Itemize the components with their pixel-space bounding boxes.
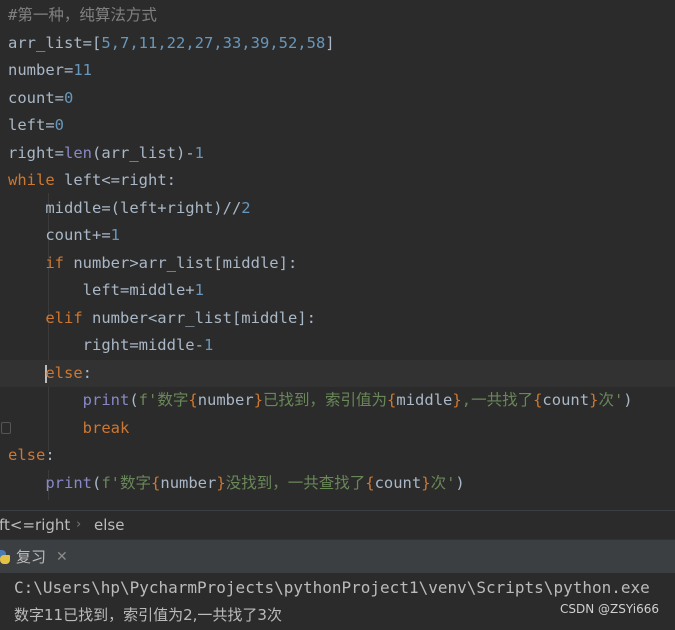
code-line[interactable]: break: [8, 415, 130, 442]
code-line[interactable]: else:: [8, 442, 55, 469]
code-line[interactable]: arr_list=[5,7,11,22,27,33,39,52,58]: [8, 30, 335, 57]
code-line[interactable]: middle=(left+right)//2: [8, 195, 251, 222]
code-editor[interactable]: #第一种，纯算法方式 arr_list=[5,7,11,22,27,33,39,…: [0, 0, 675, 510]
code-number: 1: [110, 226, 120, 244]
code-text: left<=right:: [54, 171, 176, 189]
code-comment: #第一种，纯算法方式: [8, 6, 157, 24]
breadcrumb-item[interactable]: else: [94, 511, 124, 539]
breadcrumb: ft<=right › else: [0, 510, 675, 539]
code-keyword: else: [8, 446, 46, 464]
code-line[interactable]: print(f'数字{number}没找到，一共查找了{count}次'): [8, 470, 464, 497]
run-tab[interactable]: 复习 ✕: [0, 540, 68, 573]
chevron-right-icon: ›: [76, 517, 82, 532]
console-line: 数字11已找到，索引值为2,一共找了3次: [14, 606, 282, 624]
breadcrumb-item[interactable]: ft<=right: [0, 511, 70, 539]
python-icon: [0, 549, 10, 564]
run-toolbar: 复习 ✕: [0, 539, 675, 573]
code-line[interactable]: elif number<arr_list[middle]:: [8, 305, 316, 332]
code-line[interactable]: print(f'数字{number}已找到，索引值为{middle},一共找了{…: [8, 387, 633, 414]
code-line[interactable]: #第一种，纯算法方式: [8, 2, 157, 29]
code-text: number<arr_list[middle]:: [82, 309, 316, 327]
code-line[interactable]: count+=1: [8, 222, 120, 249]
code-variable: count: [542, 391, 590, 409]
code-number-list: 5,7,11,22,27,33,39,52,58: [101, 34, 326, 52]
code-number: 1: [194, 144, 204, 162]
code-keyword: else: [45, 364, 83, 382]
code-number: 1: [194, 281, 204, 299]
code-variable: count: [374, 474, 422, 492]
close-icon[interactable]: ✕: [56, 549, 68, 565]
code-variable: number: [160, 474, 217, 492]
code-string: 没找到，一共查找了: [225, 474, 366, 492]
code-keyword: while: [8, 171, 55, 189]
code-variable: number: [197, 391, 254, 409]
code-number: 1: [203, 336, 214, 354]
run-tab-label: 复习: [16, 548, 47, 566]
code-number: 0: [64, 89, 74, 107]
code-line[interactable]: right=len(arr_list)-1: [8, 140, 204, 167]
code-variable: middle: [396, 391, 453, 409]
code-string: f'数字: [101, 474, 152, 492]
code-line[interactable]: while left<=right:: [8, 167, 176, 194]
code-number: 0: [54, 116, 65, 134]
code-builtin: len: [64, 144, 92, 162]
code-string: 次': [598, 391, 624, 409]
code-line[interactable]: left=middle+1: [8, 277, 204, 304]
code-string: ,一共找了: [461, 391, 534, 409]
code-text: number>arr_list[middle]:: [64, 254, 298, 272]
code-keyword: if: [45, 254, 64, 272]
code-string: f'数字: [138, 391, 189, 409]
code-number: 2: [241, 199, 251, 217]
code-line[interactable]: right=middle-1: [8, 332, 214, 359]
code-builtin: print: [45, 474, 92, 492]
code-keyword: elif: [45, 309, 83, 327]
code-keyword: break: [82, 419, 130, 437]
code-line[interactable]: if number>arr_list[middle]:: [8, 250, 297, 277]
code-string: 次': [430, 474, 456, 492]
code-line[interactable]: left=0: [8, 112, 64, 139]
code-line-current[interactable]: else:: [0, 360, 675, 387]
code-number: 11: [73, 61, 92, 79]
code-line[interactable]: count=0: [8, 85, 73, 112]
console-line: C:\Users\hp\PycharmProjects\pythonProjec…: [14, 578, 650, 597]
code-string: 已找到，索引值为: [263, 391, 388, 409]
code-builtin: print: [82, 391, 130, 409]
watermark: CSDN @ZSYi666: [559, 602, 659, 616]
code-line[interactable]: number=11: [8, 57, 92, 84]
